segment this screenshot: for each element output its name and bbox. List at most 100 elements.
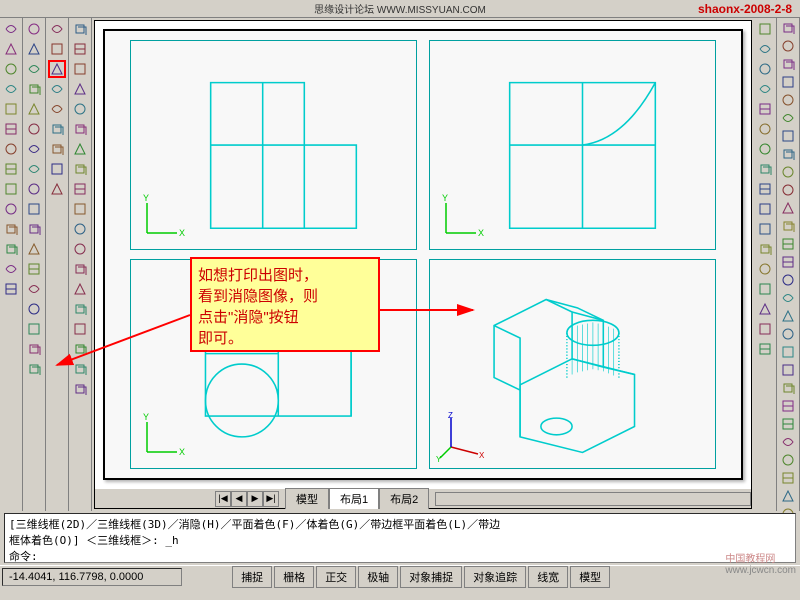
region-button[interactable] bbox=[25, 100, 43, 118]
cylinder-button[interactable] bbox=[2, 100, 20, 118]
coordinates-display[interactable]: -14.4041, 116.7798, 0.0000 bbox=[2, 568, 182, 586]
separate-button[interactable] bbox=[25, 300, 43, 318]
status-toggle-3[interactable]: 极轴 bbox=[358, 566, 398, 588]
construction-button[interactable] bbox=[71, 40, 89, 58]
flat-edges-button[interactable] bbox=[48, 120, 66, 138]
tab-model[interactable]: 模型 bbox=[285, 488, 329, 509]
break-pt-button[interactable] bbox=[756, 240, 774, 258]
array-button[interactable] bbox=[756, 100, 774, 118]
union-button[interactable] bbox=[25, 20, 43, 38]
offset-button[interactable] bbox=[756, 80, 774, 98]
tab-nav-first[interactable]: |◀ bbox=[215, 491, 231, 507]
interfere-button[interactable] bbox=[2, 220, 20, 238]
spline-button[interactable] bbox=[71, 180, 89, 198]
status2-button[interactable] bbox=[779, 128, 797, 144]
mass-button[interactable] bbox=[779, 56, 797, 72]
point-button[interactable] bbox=[71, 280, 89, 298]
paper-space[interactable]: X Y X Y bbox=[103, 29, 743, 480]
dim-continue-button[interactable] bbox=[779, 380, 797, 396]
id-button[interactable] bbox=[779, 92, 797, 108]
status-toggle-5[interactable]: 对象追踪 bbox=[464, 566, 526, 588]
dim-arc-button[interactable] bbox=[779, 254, 797, 270]
subtract-button[interactable] bbox=[25, 40, 43, 58]
dim-style-button[interactable] bbox=[779, 488, 797, 504]
revolve-button[interactable] bbox=[2, 160, 20, 178]
setup-profile-button[interactable] bbox=[2, 280, 20, 298]
make-block-button[interactable] bbox=[71, 260, 89, 278]
status-toggle-0[interactable]: 捕捉 bbox=[232, 566, 272, 588]
list-button[interactable] bbox=[779, 74, 797, 90]
break-button[interactable] bbox=[756, 260, 774, 278]
move-button[interactable] bbox=[756, 120, 774, 138]
render-flat-button[interactable] bbox=[25, 340, 43, 358]
section-button[interactable] bbox=[2, 200, 20, 218]
dim-baseline-button[interactable] bbox=[779, 362, 797, 378]
status-toggle-7[interactable]: 模型 bbox=[570, 566, 610, 588]
copy-button[interactable] bbox=[756, 40, 774, 58]
setup-dwg-button[interactable] bbox=[2, 240, 20, 258]
dim-edit-button[interactable] bbox=[779, 452, 797, 468]
imprint-button[interactable] bbox=[25, 260, 43, 278]
sphere-button[interactable] bbox=[2, 80, 20, 98]
time-button[interactable] bbox=[779, 110, 797, 126]
audit-button[interactable] bbox=[779, 182, 797, 198]
3d-rotate-button[interactable] bbox=[25, 160, 43, 178]
status-toggle-1[interactable]: 栅格 bbox=[274, 566, 314, 588]
stretch-button[interactable] bbox=[756, 180, 774, 198]
mirror-button[interactable] bbox=[756, 60, 774, 78]
area-button[interactable] bbox=[779, 38, 797, 54]
conceptual-button[interactable] bbox=[48, 180, 66, 198]
fillet2-button[interactable] bbox=[756, 320, 774, 338]
polygon-button[interactable] bbox=[71, 80, 89, 98]
command-window[interactable]: [三维线框(2D)／三维线框(3D)／消隐(H)／平面着色(F)／体着色(G)／… bbox=[4, 513, 796, 563]
flat-shaded-button[interactable] bbox=[48, 80, 66, 98]
viewport-bottom-right[interactable]: X Y Z bbox=[429, 259, 715, 469]
horizontal-scrollbar[interactable] bbox=[435, 492, 751, 506]
explode-button[interactable] bbox=[756, 340, 774, 358]
rectangle-button[interactable] bbox=[71, 100, 89, 118]
dim-quick-button[interactable] bbox=[779, 344, 797, 360]
gouraud-edges-button[interactable] bbox=[48, 140, 66, 158]
line-button[interactable] bbox=[71, 20, 89, 38]
fillet-button[interactable] bbox=[25, 220, 43, 238]
dim-aligned-button[interactable] bbox=[779, 236, 797, 252]
recover-button[interactable] bbox=[779, 200, 797, 216]
scale-button[interactable] bbox=[756, 160, 774, 178]
insert-button[interactable] bbox=[71, 240, 89, 258]
extrude-button[interactable] bbox=[2, 140, 20, 158]
tab-nav-prev[interactable]: ◀ bbox=[231, 491, 247, 507]
dim-tedit-button[interactable] bbox=[779, 470, 797, 486]
tab-nav-next[interactable]: ▶ bbox=[247, 491, 263, 507]
status-toggle-6[interactable]: 线宽 bbox=[528, 566, 568, 588]
center-button[interactable] bbox=[779, 434, 797, 450]
slice-button[interactable] bbox=[2, 180, 20, 198]
box-button[interactable] bbox=[2, 20, 20, 38]
trim-button[interactable] bbox=[756, 200, 774, 218]
circle-button[interactable] bbox=[71, 140, 89, 158]
3d-mirror-button[interactable] bbox=[25, 140, 43, 158]
viewport-top-left[interactable]: X Y bbox=[130, 40, 416, 250]
gouraud-shaded-button[interactable] bbox=[48, 100, 66, 118]
dim-radius-button[interactable] bbox=[779, 290, 797, 306]
polyline-button[interactable] bbox=[71, 60, 89, 78]
tab-nav-last[interactable]: ▶| bbox=[263, 491, 279, 507]
intersect-button[interactable] bbox=[25, 60, 43, 78]
erase-button[interactable] bbox=[756, 20, 774, 38]
tab-layout2[interactable]: 布局2 bbox=[379, 488, 429, 509]
arc-button[interactable] bbox=[71, 120, 89, 138]
wedge-button[interactable] bbox=[2, 40, 20, 58]
ellipse-arc-button[interactable] bbox=[71, 220, 89, 238]
new-block-button[interactable] bbox=[25, 80, 43, 98]
3d-array-button[interactable] bbox=[25, 120, 43, 138]
join-button[interactable] bbox=[756, 280, 774, 298]
wireframe-3d-button[interactable] bbox=[48, 40, 66, 58]
dim-ordinate-button[interactable] bbox=[779, 272, 797, 288]
dim-linear-button[interactable] bbox=[779, 218, 797, 234]
purge-button[interactable] bbox=[779, 164, 797, 180]
set-var-button[interactable] bbox=[779, 146, 797, 162]
dim-angular-button[interactable] bbox=[779, 326, 797, 342]
shell-button[interactable] bbox=[25, 240, 43, 258]
status-toggle-4[interactable]: 对象捕捉 bbox=[400, 566, 462, 588]
revcloud-button[interactable] bbox=[71, 160, 89, 178]
tab-layout1[interactable]: 布局1 bbox=[329, 488, 379, 509]
